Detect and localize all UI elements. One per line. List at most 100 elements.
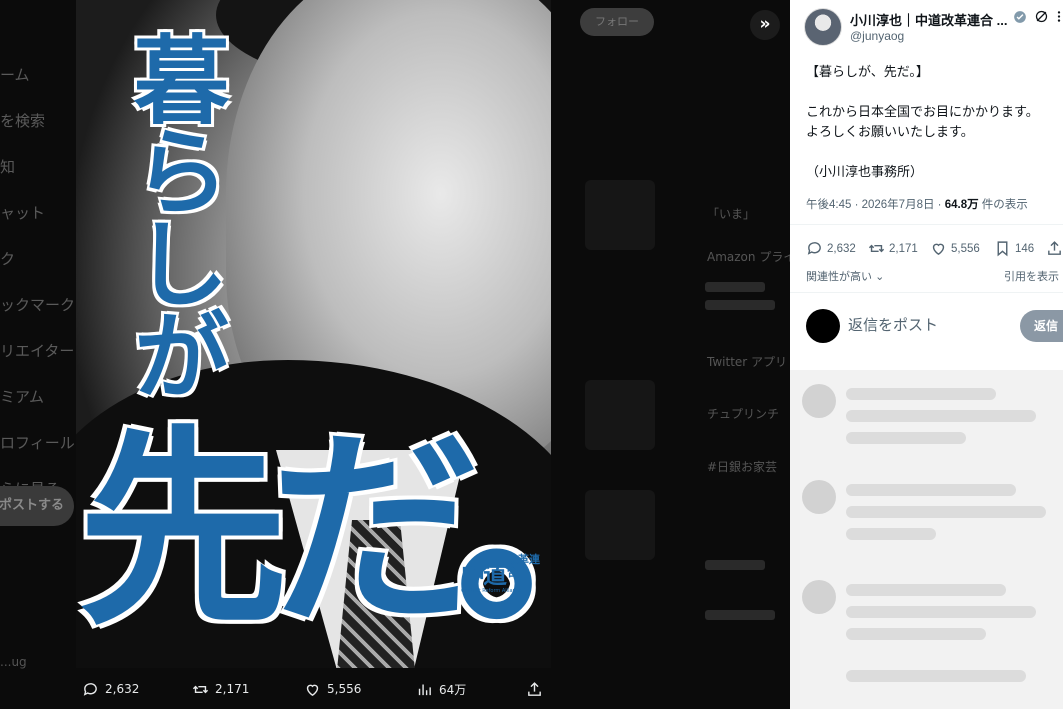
more-options-icon[interactable] [1052, 9, 1063, 24]
bg-side-item: チュプリンチ [707, 407, 780, 421]
bookmark-count: 146 [1015, 242, 1035, 255]
repost-count: 2,171 [889, 242, 918, 255]
bookmark-button[interactable]: 146 [994, 240, 1034, 257]
media-reply-count: 2,632 [105, 682, 140, 696]
share-button[interactable] [1046, 240, 1063, 257]
verified-badge-icon [1014, 11, 1026, 23]
bg-nav-item: を検索 [0, 112, 46, 130]
repost-button[interactable]: 2,171 [868, 240, 918, 257]
bg-nav-item: ミアム [0, 388, 44, 406]
expand-panel-button[interactable]: » [750, 10, 780, 40]
like-button[interactable]: 5,556 [930, 240, 980, 257]
bg-nav-item: ク [0, 250, 16, 268]
blurred-line [846, 388, 996, 400]
blurred-avatar [802, 580, 836, 614]
logo-main-text: 中道 [461, 561, 507, 589]
reply-icon [83, 682, 97, 696]
media-views-button[interactable]: 64万 [416, 679, 466, 699]
views-chart-icon [418, 684, 431, 695]
reply-sort-label: 関連性が高い [806, 271, 872, 283]
share-icon [1048, 241, 1061, 255]
tweet-view-count: 64.8万 [944, 199, 979, 211]
tweet-stats-bar: 2,632 2,171 5,556 146 [806, 240, 1063, 260]
bg-side-item: 「いま」 [707, 207, 756, 221]
blurred-line [846, 584, 1006, 596]
poster-headline-big: 先だ。 [78, 406, 551, 653]
bg-nav-item: 知 [0, 158, 16, 176]
reply-input[interactable]: 返信をポスト [848, 314, 938, 335]
heart-icon [932, 243, 945, 256]
poster-headline-vertical: 暮らしが [117, 30, 230, 398]
blurred-line [846, 528, 936, 540]
post-image[interactable]: 暮らしが 先だ。 中道 改革連合 Centrist Reform Allianc… [76, 0, 551, 668]
reply-submit-button[interactable]: 返信 [1020, 310, 1063, 342]
bg-nav-item: ロフィール [0, 434, 75, 452]
like-count: 5,556 [951, 242, 980, 255]
divider [790, 292, 1063, 293]
reply-count: 2,632 [827, 242, 856, 255]
blurred-replies [790, 370, 1063, 709]
blurred-avatar [802, 480, 836, 514]
reply-button[interactable]: 2,632 [806, 240, 856, 257]
bg-nav-item: ックマーク [0, 296, 76, 314]
reply-icon [807, 242, 821, 255]
blurred-avatar [802, 384, 836, 418]
author-handle[interactable]: @junyaog [850, 29, 904, 43]
bg-side-item: Twitter アプリ [707, 355, 788, 369]
background-nav: ーム を検索 知 ャット ク ックマーク リエイター ミアム ロフィール らに見… [0, 52, 76, 512]
view-quotes-link[interactable]: 引用を表示 [1004, 268, 1059, 284]
current-user-avatar [806, 309, 840, 343]
bg-thumbnail [585, 380, 655, 450]
blurred-line [846, 670, 1026, 682]
bg-thumbnail [585, 180, 655, 250]
tweet-text: 【暮らしが、先だ。】 これから日本全国でお目にかかります。 よろしくお願いいたし… [806, 64, 1039, 179]
author-avatar[interactable] [804, 8, 842, 46]
media-repost-button[interactable]: 2,171 [192, 679, 249, 699]
logo-sub-text: 改革連合 [507, 553, 540, 579]
bg-nav-item: ーム [0, 66, 30, 84]
blurred-line [846, 410, 1036, 422]
share-icon [528, 681, 541, 696]
bg-line [705, 300, 775, 310]
bookmark-icon [997, 241, 1008, 257]
tweet-timestamp[interactable]: 午後4:45 · 2026年7月8日 · [806, 199, 945, 211]
blurred-line [846, 606, 1036, 618]
author-name[interactable]: 小川淳也｜中道改革連合 ... [850, 10, 1007, 29]
bg-nav-item: ャット [0, 204, 46, 222]
tweet-meta: 午後4:45 · 2026年7月8日 · 64.8万 件の表示 [806, 196, 1028, 212]
bg-post-button: ポストする [0, 486, 74, 526]
heart-icon [306, 684, 319, 696]
tweet-view-label: 件の表示 [978, 199, 1028, 211]
bg-line [705, 282, 765, 292]
bg-thumbnail [585, 490, 655, 560]
party-logo: 中道 改革連合 Centrist Reform Alliance [461, 553, 543, 599]
media-reply-button[interactable]: 2,632 [82, 679, 139, 699]
reply-sort-dropdown[interactable]: 関連性が高い ⌄ [806, 268, 884, 284]
logo-english-text: Centrist Reform Alliance [461, 588, 522, 594]
media-action-bar: 2,632 2,171 5,556 64万 [76, 668, 551, 709]
bg-line [705, 610, 775, 620]
bg-side-item: #日銀お家芸 [707, 460, 778, 474]
divider [790, 224, 1063, 225]
bg-follow-button: フォロー [580, 8, 654, 36]
tweet-detail-panel: 小川淳也｜中道改革連合 ... @junyaog 【暮らしが、先だ。】 これから… [790, 0, 1063, 709]
bg-side-item: Amazon プライム [707, 250, 790, 264]
bg-sidebar: 「いま」 Amazon プライム Twitter アプリ チュプリンチ #日銀お… [555, 50, 790, 709]
repost-icon [192, 685, 209, 693]
blurred-line [846, 628, 986, 640]
chevron-down-icon: ⌄ [875, 271, 885, 283]
blurred-line [846, 432, 966, 444]
bg-line [705, 560, 765, 570]
media-share-button[interactable] [526, 679, 543, 699]
double-chevron-right-icon: » [759, 14, 771, 34]
bg-user-label: ...ug [0, 655, 27, 669]
media-like-count: 5,556 [327, 682, 362, 696]
media-like-button[interactable]: 5,556 [304, 679, 361, 699]
media-views-count: 64万 [439, 682, 467, 697]
repost-icon [868, 244, 885, 253]
bg-nav-item: リエイター [0, 342, 75, 360]
media-repost-count: 2,171 [215, 682, 250, 696]
blurred-line [846, 484, 1016, 496]
blurred-line [846, 506, 1046, 518]
grok-icon[interactable] [1034, 9, 1049, 24]
